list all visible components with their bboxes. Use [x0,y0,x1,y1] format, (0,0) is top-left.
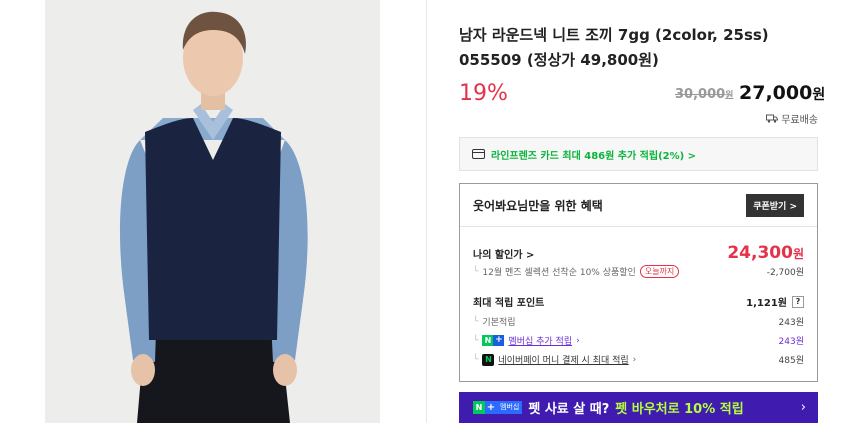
truck-icon [766,114,779,123]
original-price: 30,000원 [675,87,734,102]
naver-plus-icon: N + [482,335,505,346]
npay-points-value: 485원 [778,356,804,366]
my-price-value: 24,300원 [727,243,804,263]
tree-branch-icon: └ [473,335,479,346]
points-help-icon[interactable]: ? [792,295,804,308]
basic-points-label: 기본적립 [482,318,516,328]
chevron-right-icon: › [576,335,580,346]
sale-price: 27,000원 [739,82,826,104]
chevron-right-icon: › [800,400,806,415]
discount-detail-row: └ 12월 멘즈 셀렉션 선착순 10% 상품할인 오늘까지 -2,700원 [473,265,804,278]
npay-points-row: └ N 네이버페이 머니 결제 시 최대 적립 › 485원 [473,353,804,366]
credit-card-icon [472,149,485,159]
naver-pay-icon: N [482,353,495,366]
membership-points-value: 243원 [778,337,804,347]
product-image[interactable] [45,0,380,423]
tree-branch-icon: └ [473,266,479,277]
shipping-label: 무료배송 [781,115,818,126]
banner-highlight: 펫 바우처로 10% 적립 [615,402,744,417]
product-title: 남자 라운드넥 니트 조끼 7gg (2color, 25ss) 055509 … [459,26,769,69]
membership-points-row: └ N + 멤버십 추가 적립 › 243원 [473,334,804,347]
today-only-badge: 오늘까지 [639,265,680,278]
chevron-right-icon: › [632,354,637,365]
tree-branch-icon: └ [473,354,479,365]
benefit-panel: 웃어봐요님만을 위한 혜택 쿠폰받기 > 나의 할인가 > 24,300원 └ 1… [459,183,818,382]
basic-points-row: └ 기본적립 243원 [473,315,804,329]
card-promo-bar[interactable]: 라인프렌즈 카드 최대 486원 추가 적립(2%) > [459,137,818,171]
points-row: 최대 적립 포인트 1,121원? [473,294,804,309]
tree-branch-icon: └ [473,316,479,327]
my-price-row: 나의 할인가 > 24,300원 [473,243,804,263]
shipping-info: 무료배송 [766,111,818,126]
banner-text: 펫 사료 살 때? [528,402,610,417]
basic-points-value: 243원 [778,318,804,328]
membership-banner[interactable]: N + 멤버십 펫 사료 살 때? 펫 바우처로 10% 적립 › [459,392,818,423]
coupon-button[interactable]: 쿠폰받기 > [746,193,804,217]
card-promo-text: 라인프렌즈 카드 최대 486원 추가 적립(2%) > [491,150,697,162]
benefit-title: 웃어봐요님만을 위한 혜택 [473,198,603,213]
model-photo [45,0,380,423]
npay-link[interactable]: 네이버페이 머니 결제 시 최대 적립 [498,353,628,366]
my-price-label[interactable]: 나의 할인가 > [473,246,534,261]
points-total: 1,121원 [746,298,787,309]
discount-rate: 19% [459,81,508,106]
naver-membership-badge: N + 멤버십 [473,401,523,414]
discount-detail-text: 12월 멘즈 셀렉션 선착순 10% 상품할인 [482,268,636,278]
points-label: 최대 적립 포인트 [473,298,545,309]
membership-link[interactable]: 멤버십 추가 적립 [508,334,572,347]
benefit-header: 웃어봐요님만을 위한 혜택 쿠폰받기 > [460,184,817,227]
discount-amount: -2,700원 [766,268,804,278]
divider [426,0,427,423]
